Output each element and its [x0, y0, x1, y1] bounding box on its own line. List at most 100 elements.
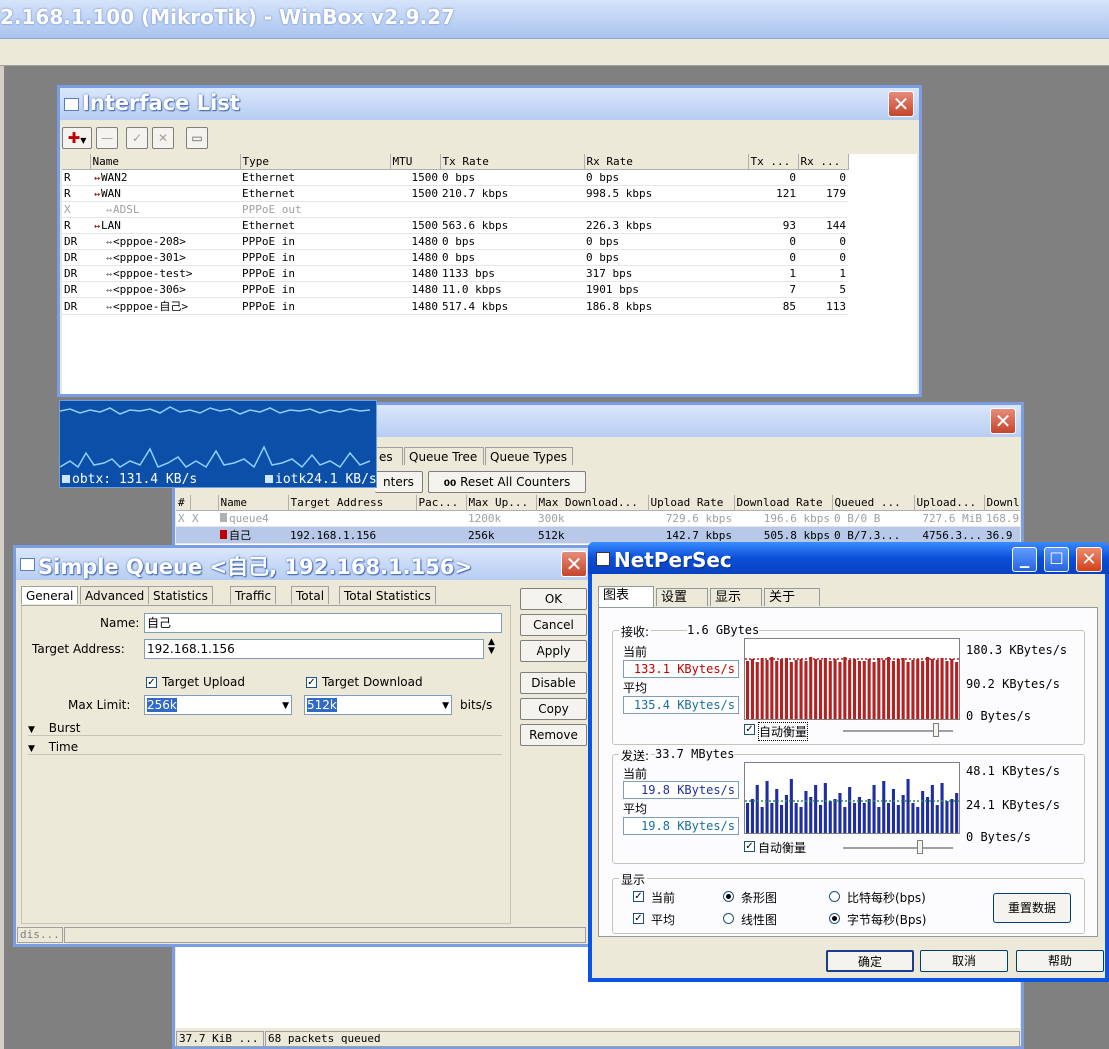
interface-list-close-button[interactable]: ✕: [888, 91, 914, 117]
recv-bar: [945, 661, 949, 719]
chevron-down-icon[interactable]: ▼: [282, 697, 289, 715]
row-mtu: 1480: [390, 281, 440, 298]
recv-bar: [926, 657, 930, 719]
col-down-rate[interactable]: Download Rate: [734, 495, 833, 511]
tab-general[interactable]: General: [21, 586, 79, 604]
tab-about[interactable]: 关于: [764, 588, 820, 606]
bits-radio[interactable]: [829, 891, 840, 902]
line-chart-radio[interactable]: [723, 913, 734, 924]
tab-traffic[interactable]: Traffic: [230, 586, 277, 604]
col-upload[interactable]: Upload...: [914, 495, 985, 511]
col-tx-rate[interactable]: Tx Rate: [440, 154, 585, 170]
col-download[interactable]: Downl: [984, 495, 1020, 511]
recv-bar: [891, 661, 895, 719]
remove-button[interactable]: Remove: [520, 724, 587, 746]
tab-chart[interactable]: 图表: [598, 586, 654, 607]
tab-queue-tree[interactable]: Queue Tree: [404, 447, 484, 465]
send-bar: [789, 779, 793, 833]
comment-button[interactable]: ▭: [186, 127, 208, 149]
col-max-up[interactable]: Max Up...: [466, 495, 537, 511]
table-row[interactable]: DR ↔<pppoe-自己> PPPoE in 1480 517.4 kbps 186.8…: [62, 297, 848, 315]
disable-button[interactable]: Disable: [520, 672, 587, 694]
target-address-field[interactable]: 192.168.1.156: [144, 639, 484, 659]
target-upload-checkbox[interactable]: ✓: [146, 677, 157, 688]
copy-button[interactable]: Copy: [520, 698, 587, 720]
recv-auto-scale-checkbox[interactable]: ✓: [744, 724, 755, 735]
col-name[interactable]: Name: [218, 495, 289, 511]
name-field[interactable]: 自己: [144, 613, 502, 633]
col-rx-rate[interactable]: Rx Rate: [584, 154, 749, 170]
reset-all-counters-button[interactable]: 00 Reset All Counters: [428, 471, 586, 493]
col-pac[interactable]: Pac...: [416, 495, 467, 511]
cancel-button[interactable]: 取消: [920, 950, 1008, 972]
time-section-toggle[interactable]: ▼ Time: [28, 740, 502, 755]
table-row[interactable]: DR ↔<pppoe-301> PPPoE in 1480 0 bps 0 bps 0 0: [62, 249, 848, 266]
table-row[interactable]: X X queue4 1200k 300k 729.6 kbps 196.6 k…: [176, 510, 1020, 527]
max-upload-select[interactable]: 256k ▼: [144, 695, 292, 715]
reset-data-button[interactable]: 重置数据: [993, 893, 1071, 923]
chevron-down-icon[interactable]: ▼: [442, 697, 449, 715]
ok-button[interactable]: 确定: [826, 950, 914, 972]
show-avg-checkbox[interactable]: ✓: [633, 913, 644, 924]
tab-advanced[interactable]: Advanced: [80, 586, 150, 604]
target-address-updown-icon[interactable]: ▲ ▼: [488, 638, 495, 656]
table-row[interactable]: X ↔ADSL PPPoE out: [62, 201, 848, 218]
ok-button[interactable]: OK: [520, 588, 587, 610]
queue-list-close-button[interactable]: ✕: [990, 408, 1016, 434]
row-tx-packets: 85: [748, 297, 798, 315]
table-row[interactable]: R ↔WAN2 Ethernet 1500 0 bps 0 bps 0 0: [62, 169, 848, 186]
table-row[interactable]: 自己 192.168.1.156 256k 512k 142.7 kbps 50…: [176, 526, 1020, 544]
bytes-radio[interactable]: [829, 913, 840, 924]
apply-button[interactable]: Apply: [520, 640, 587, 662]
tab-total[interactable]: Total: [291, 586, 330, 604]
bar-chart-radio[interactable]: [723, 891, 734, 902]
burst-section-toggle[interactable]: ▼ Burst: [28, 721, 502, 736]
close-button[interactable]: ✕: [1076, 547, 1102, 572]
maximize-button[interactable]: ☐: [1044, 547, 1069, 572]
tab-statistics[interactable]: Statistics: [148, 586, 213, 604]
col-queued[interactable]: Queued ...: [832, 495, 915, 511]
target-download-checkbox[interactable]: ✓: [306, 677, 317, 688]
remove-button[interactable]: —: [96, 127, 118, 149]
col-name[interactable]: Name: [90, 154, 241, 170]
send-scale-slider-track[interactable]: [843, 847, 953, 849]
show-current-checkbox[interactable]: ✓: [633, 891, 644, 902]
col-flag[interactable]: [62, 154, 91, 170]
add-button[interactable]: ✚▼: [62, 127, 92, 149]
tab-total-statistics[interactable]: Total Statistics: [339, 586, 436, 604]
disable-button[interactable]: ✕: [152, 127, 174, 149]
send-auto-scale-checkbox[interactable]: ✓: [744, 841, 755, 852]
reset-counters-button[interactable]: nters: [375, 471, 423, 493]
cancel-button[interactable]: Cancel: [520, 614, 587, 636]
max-download-select[interactable]: 512k ▼: [304, 695, 452, 715]
recv-scale-slider-thumb[interactable]: [933, 723, 939, 737]
enable-button[interactable]: ✓: [126, 127, 148, 149]
minimize-button[interactable]: ▁: [1012, 547, 1037, 572]
col-mtu[interactable]: MTU: [390, 154, 441, 170]
col-rx-packets[interactable]: Rx ...: [798, 154, 849, 170]
tab-queues-partial[interactable]: es: [375, 447, 403, 465]
col-up-rate[interactable]: Upload Rate: [648, 495, 735, 511]
table-row[interactable]: R ↔WAN Ethernet 1500 210.7 kbps 998.5 kbps 121…: [62, 185, 848, 202]
simple-queue-close-button[interactable]: ✕: [561, 551, 587, 577]
send-bar: [848, 787, 852, 833]
send-scale-slider-thumb[interactable]: [917, 840, 923, 854]
row-mtu: 1480: [390, 249, 440, 266]
col-tx-packets[interactable]: Tx ...: [748, 154, 799, 170]
col-target[interactable]: Target Address: [288, 495, 417, 511]
table-row[interactable]: DR ↔<pppoe-test> PPPoE in 1480 1133 bps 317 b…: [62, 265, 848, 282]
tab-queue-types[interactable]: Queue Types: [485, 447, 573, 465]
tab-settings[interactable]: 设置: [656, 588, 708, 606]
col-flag[interactable]: [190, 495, 219, 511]
table-row[interactable]: R ↔LAN Ethernet 1500 563.6 kbps 226.3 kbps 93 1…: [62, 217, 848, 234]
col-type[interactable]: Type: [240, 154, 391, 170]
help-button[interactable]: 帮助: [1016, 950, 1104, 972]
netpersec-app-icon: [596, 552, 610, 566]
table-row[interactable]: DR ↔<pppoe-306> PPPoE in 1480 11.0 kbps 1901 …: [62, 281, 848, 298]
col-max-down[interactable]: Max Download...: [536, 495, 649, 511]
recv-bar: [789, 662, 793, 719]
tab-display[interactable]: 显示: [710, 588, 762, 606]
table-row[interactable]: DR ↔<pppoe-208> PPPoE in 1480 0 bps 0 bps 0 0: [62, 233, 848, 250]
recv-bar: [828, 661, 832, 719]
col-hash[interactable]: #: [176, 495, 191, 511]
